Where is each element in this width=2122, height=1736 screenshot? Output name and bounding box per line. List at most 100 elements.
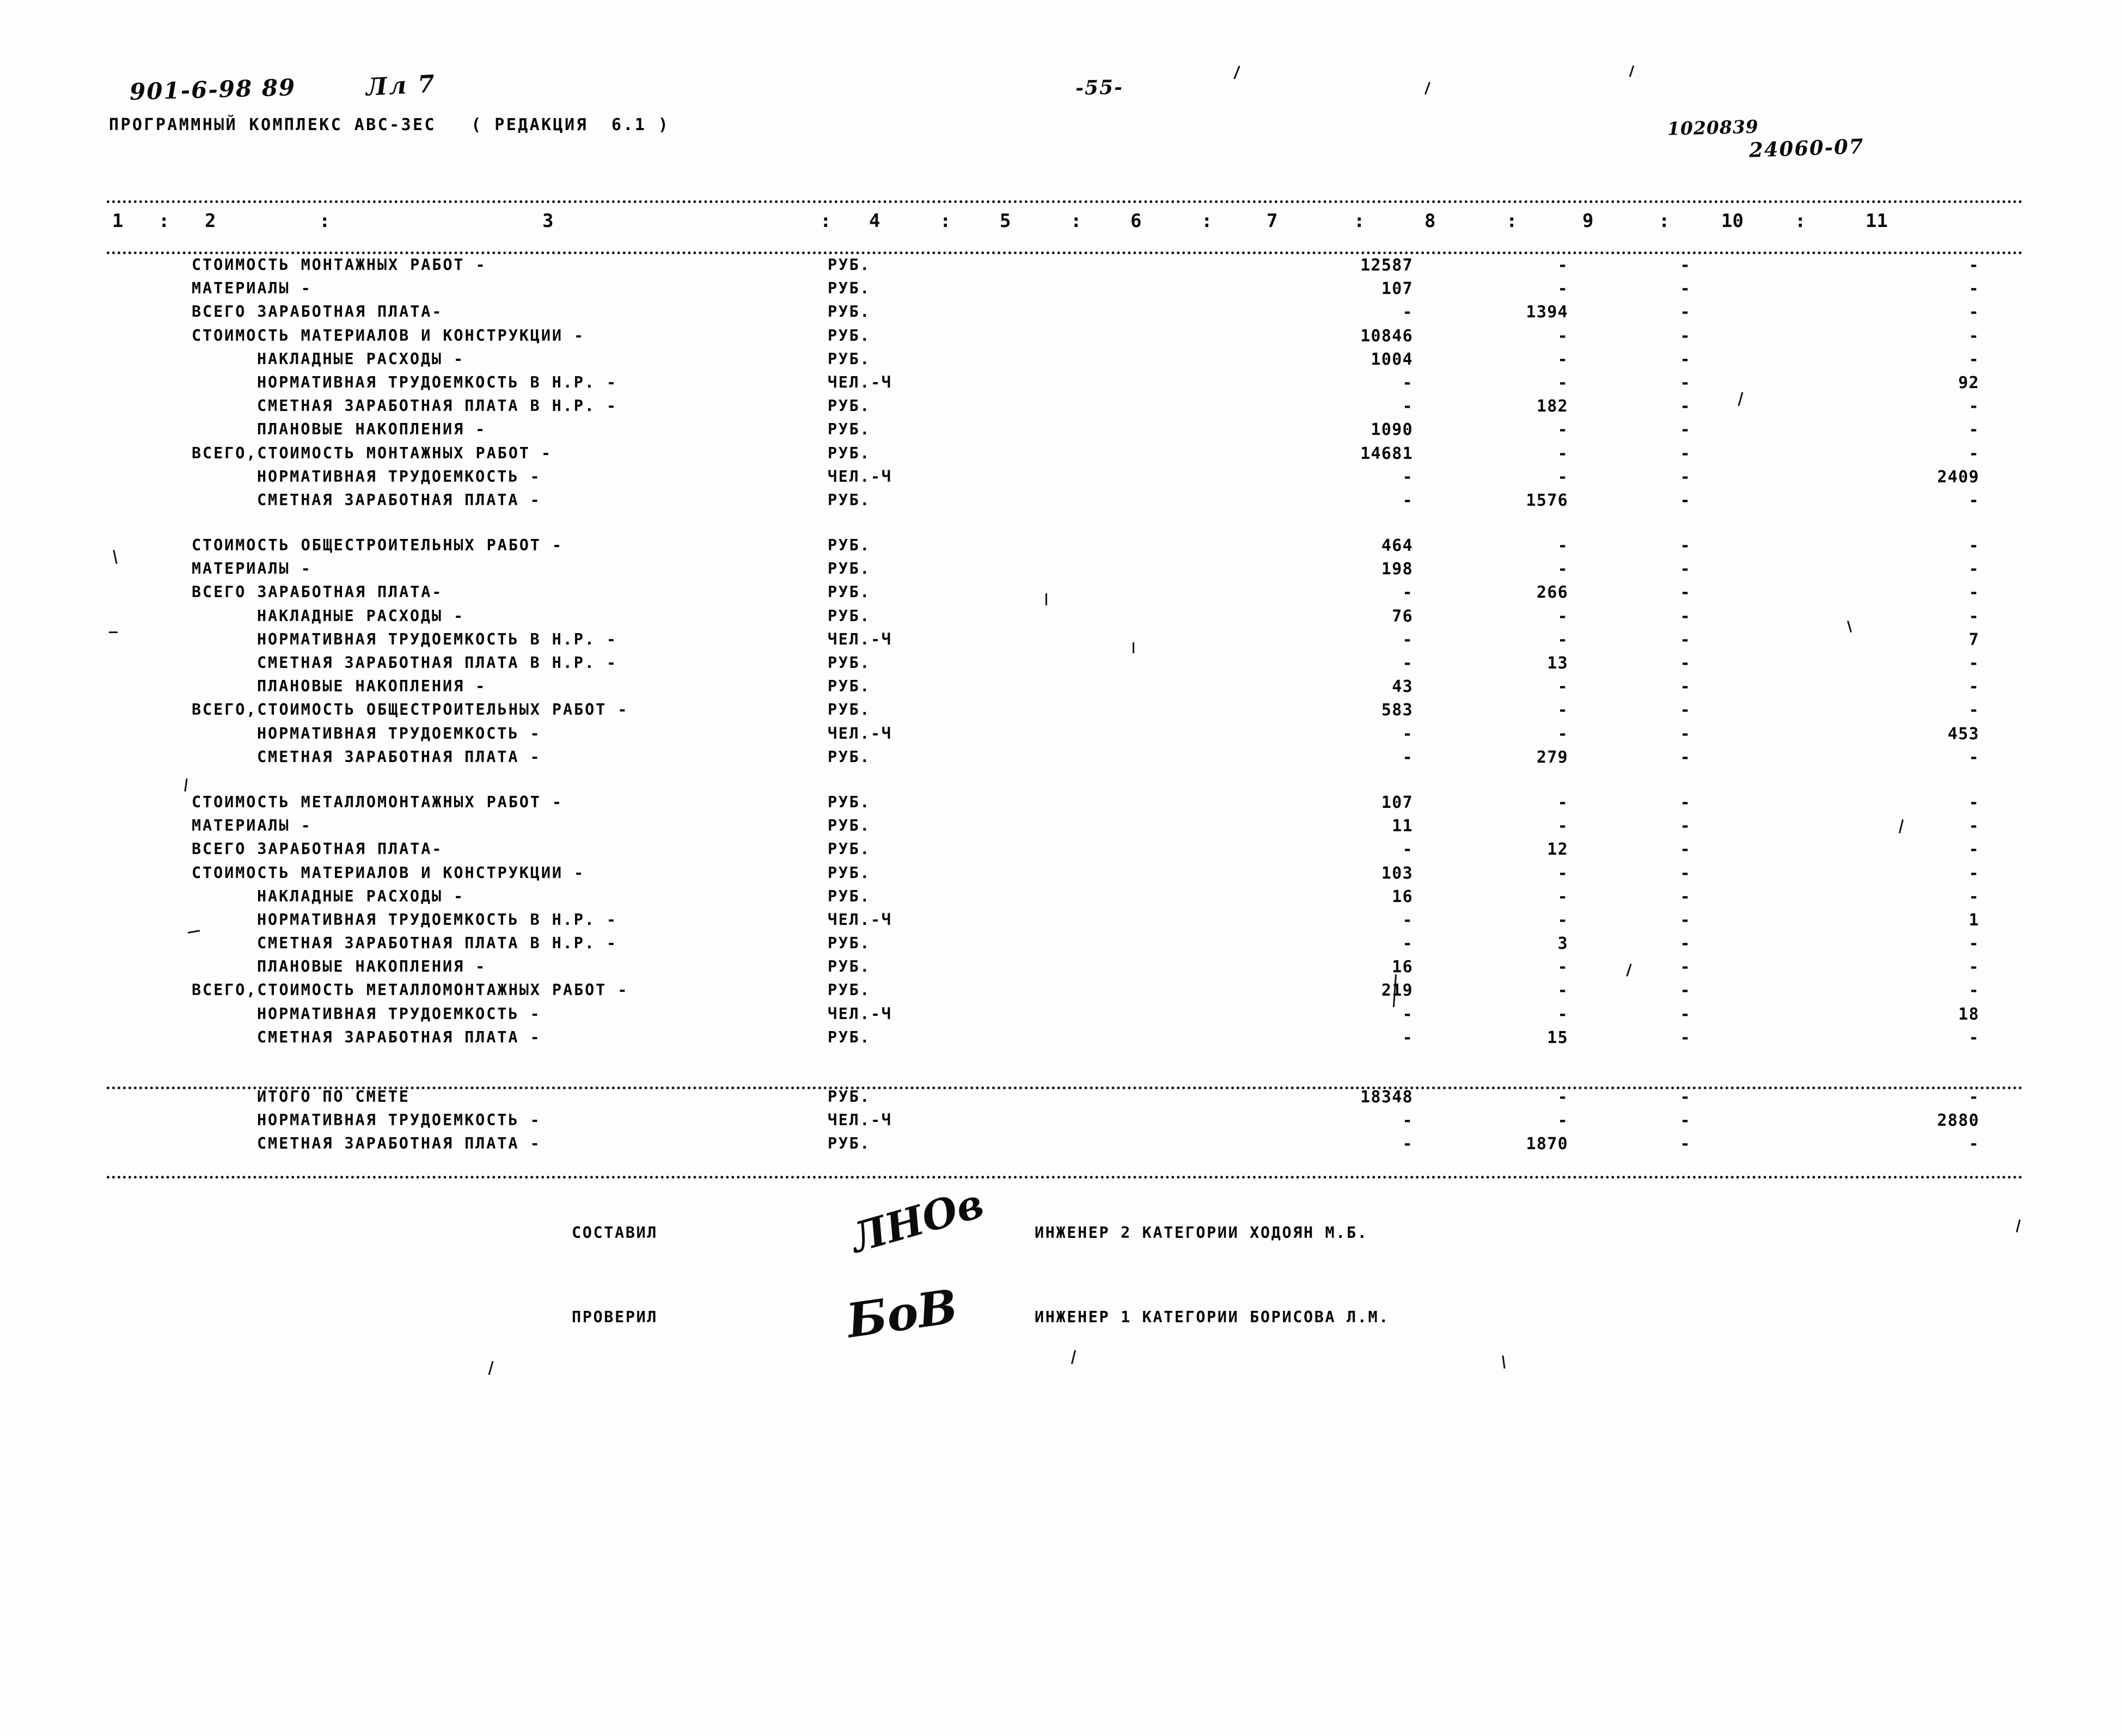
column-number-2: 2 <box>205 210 216 232</box>
cell-col-11: - <box>1968 256 1979 275</box>
row-unit: РУБ. <box>828 981 871 999</box>
column-number-8: 8 <box>1424 210 1436 232</box>
signature-action-label: ПРОВЕРИЛ <box>572 1308 658 1326</box>
row-label: НОРМАТИВНАЯ ТРУДОЕМКОСТЬ В Н.Р. - <box>257 373 617 391</box>
cell-col-9: - <box>1680 677 1691 697</box>
row-label: НАКЛАДНЫЕ РАСХОДЫ - <box>257 887 465 905</box>
cell-col-11: - <box>1968 747 1979 767</box>
cell-col-11: - <box>1968 654 1979 673</box>
document-number-primary: 1020839 <box>1667 115 1759 140</box>
cell-col-9: - <box>1680 326 1691 346</box>
table-block-montazhnye-raboty: СТОИМОСТЬ МОНТАЖНЫХ РАБОТ - РУБ. 12587- - - М… <box>0 256 2122 514</box>
cell-col-11: - <box>1968 1134 1979 1154</box>
row-unit: РУБ. <box>828 444 871 462</box>
cell-col-8: - <box>1557 326 1568 346</box>
cell-col-11: - <box>1968 863 1979 883</box>
row-label: ПЛАНОВЫЕ НАКОПЛЕНИЯ - <box>257 677 487 696</box>
block-gap <box>0 1052 2122 1088</box>
table-row: СТОИМОСТЬ МАТЕРИАЛОВ И КОНСТРУКЦИИ - РУБ.… <box>0 327 2122 350</box>
row-label: СТОИМОСТЬ ОБЩЕСТРОИТЕЛЬНЫХ РАБОТ - <box>192 536 563 555</box>
table-row: НОРМАТИВНАЯ ТРУДОЕМКОСТЬ - ЧЕЛ.-Ч - - - 18 <box>0 1005 2122 1028</box>
row-unit: ЧЕЛ.-Ч <box>828 467 892 486</box>
signature-person: ИНЖЕНЕР 1 КАТЕГОРИИ БОРИСОВА Л.М. <box>1035 1308 1390 1326</box>
scan-artifact-mark <box>109 631 118 633</box>
row-unit: РУБ. <box>828 1134 871 1153</box>
row-label: СМЕТНАЯ ЗАРАБОТНАЯ ПЛАТА - <box>257 1134 541 1153</box>
cell-col-11: - <box>1968 1028 1979 1047</box>
column-separator: : <box>1659 210 1670 232</box>
row-label: ПЛАНОВЫЕ НАКОПЛЕНИЯ - <box>257 420 487 439</box>
row-unit: РУБ. <box>828 583 871 602</box>
document-page: 901-6-98 89 Лл 7 ПРОГРАММНЫЙ КОМПЛЕКС АВ… <box>0 0 2122 1736</box>
cell-col-8: - <box>1557 536 1568 556</box>
table-row: НОРМАТИВНАЯ ТРУДОЕМКОСТЬ В Н.Р. - ЧЕЛ.-Ч -… <box>0 630 2122 654</box>
signature-block: СОСТАВИЛ ЛНОв ИНЖЕНЕР 2 КАТЕГОРИИ ХОДОЯН М… <box>0 1180 2122 1383</box>
cell-col-8: - <box>1557 1111 1568 1131</box>
row-unit: РУБ. <box>828 701 871 719</box>
handwritten-signature: ЛНОв <box>845 1180 989 1262</box>
cell-col-11: - <box>1968 397 1979 416</box>
column-number-5: 5 <box>1000 210 1011 232</box>
cell-col-9: - <box>1680 654 1691 673</box>
row-label: СТОИМОСТЬ МОНТАЖНЫХ РАБОТ - <box>192 256 487 274</box>
row-unit: РУБ. <box>828 677 871 696</box>
row-label: НОРМАТИВНАЯ ТРУДОЕМКОСТЬ - <box>257 1004 541 1023</box>
row-unit: РУБ. <box>828 840 871 858</box>
cell-col-7: - <box>1402 1134 1413 1154</box>
row-label: СМЕТНАЯ ЗАРАБОТНАЯ ПЛАТА В Н.Р. - <box>257 934 617 953</box>
table-row: СМЕТНАЯ ЗАРАБОТНАЯ ПЛАТА - РУБ. - 1576 - - <box>0 491 2122 514</box>
column-number-9: 9 <box>1582 210 1594 232</box>
column-number-11: 11 <box>1866 210 1888 232</box>
cell-col-9: - <box>1680 444 1691 463</box>
cell-col-7: - <box>1402 654 1413 673</box>
column-separator: : <box>1795 210 1806 232</box>
cell-col-7: 14681 <box>1360 444 1413 463</box>
signature-row: ПРОВЕРИЛ БoВ ИНЖЕНЕР 1 КАТЕГОРИИ БОРИСОВА … <box>0 1279 2122 1383</box>
row-label: ВСЕГО ЗАРАБОТНАЯ ПЛАТА- <box>192 583 443 602</box>
table-row: СТОИМОСТЬ МАТЕРИАЛОВ И КОНСТРУКЦИИ - РУБ.… <box>0 864 2122 887</box>
scan-artifact-mark <box>1133 642 1134 653</box>
cell-col-8: - <box>1557 981 1568 1001</box>
cell-col-11: - <box>1968 958 1979 977</box>
cell-col-11: 18 <box>1958 1004 1979 1024</box>
cell-col-7: - <box>1402 583 1413 603</box>
cell-col-8: 1394 <box>1526 303 1568 322</box>
program-complex-line: ПРОГРАММНЫЙ КОМПЛЕКС АВС-ЗЕС ( РЕДАКЦИЯ … <box>109 115 670 134</box>
row-label: МАТЕРИАЛЫ - <box>192 279 312 298</box>
cell-col-7: 219 <box>1381 981 1413 1001</box>
column-number-row: 1 2 3 4 5 6 7 8 9 10 11:::::::::: <box>107 210 2023 243</box>
handwritten-project-code: 901-6-98 89 <box>129 73 296 106</box>
cell-col-8: - <box>1557 701 1568 720</box>
table-row: МАТЕРИАЛЫ - РУБ. 11 - - - <box>0 817 2122 840</box>
column-number-7: 7 <box>1267 210 1278 232</box>
cell-col-8: 182 <box>1536 397 1568 416</box>
cell-col-8: - <box>1557 958 1568 977</box>
row-label: ВСЕГО ЗАРАБОТНАЯ ПЛАТА- <box>192 840 443 858</box>
table-row: МАТЕРИАЛЫ - РУБ. 198 - - - <box>0 560 2122 583</box>
cell-col-7: - <box>1402 467 1413 487</box>
row-unit: РУБ. <box>828 397 871 415</box>
table-row: СМЕТНАЯ ЗАРАБОТНАЯ ПЛАТА В Н.Р. - РУБ. - 18… <box>0 397 2122 420</box>
table-block-obshchestroitelnye-raboty: СТОИМОСТЬ ОБЩЕСТРОИТЕЛЬНЫХ РАБОТ - РУБ. 46… <box>0 536 2122 771</box>
table-row: НАКЛАДНЫЕ РАСХОДЫ - РУБ. 76 - - - <box>0 607 2122 630</box>
cell-col-7: 11 <box>1392 817 1413 836</box>
cell-col-7: - <box>1402 1028 1413 1047</box>
column-separator: : <box>820 210 831 232</box>
cell-col-11: - <box>1968 560 1979 579</box>
cell-col-9: - <box>1680 840 1691 860</box>
cell-col-8: - <box>1557 910 1568 930</box>
row-unit: ЧЕЛ.-Ч <box>828 373 892 391</box>
cell-col-9: - <box>1680 817 1691 836</box>
row-unit: РУБ. <box>828 420 871 439</box>
row-label: СМЕТНАЯ ЗАРАБОТНАЯ ПЛАТА - <box>257 490 541 509</box>
signature-person: ИНЖЕНЕР 2 КАТЕГОРИИ ХОДОЯН М.Б. <box>1035 1224 1368 1242</box>
table-row: СМЕТНАЯ ЗАРАБОТНАЯ ПЛАТА В Н.Р. - РУБ. - 3 -… <box>0 934 2122 958</box>
row-unit: РУБ. <box>828 958 871 976</box>
cell-col-11: - <box>1968 490 1979 510</box>
cell-col-8: - <box>1557 467 1568 487</box>
cell-col-9: - <box>1680 397 1691 416</box>
cell-col-11: - <box>1968 326 1979 346</box>
row-label: НАКЛАДНЫЕ РАСХОДЫ - <box>257 606 465 625</box>
column-number-4: 4 <box>869 210 880 232</box>
column-separator: : <box>940 210 951 232</box>
